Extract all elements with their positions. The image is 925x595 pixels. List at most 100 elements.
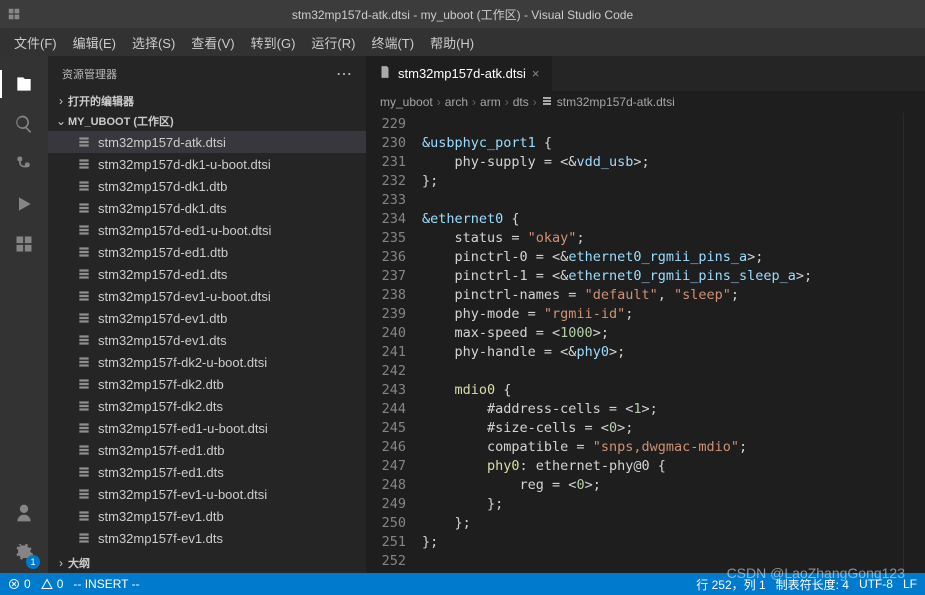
file-label: stm32mp157d-ed1-u-boot.dtsi [98,223,271,238]
status-encoding[interactable]: UTF-8 [859,577,893,591]
status-tabsize[interactable]: 制表符长度: 4 [776,576,849,593]
file-item[interactable]: stm32mp157f-ed1.dtb [48,439,366,461]
titlebar: stm32mp157d-atk.dtsi - my_uboot (工作区) - … [0,0,925,28]
menu-item[interactable]: 查看(V) [183,29,242,56]
status-bar: 0 0 -- INSERT -- 行 252，列 1 制表符长度: 4 UTF-… [0,573,925,595]
file-label: stm32mp157d-ev1-u-boot.dtsi [98,289,271,304]
file-label: stm32mp157f-dk2.dtb [98,377,224,392]
tab-bar: stm32mp157d-atk.dtsi × [366,56,925,91]
file-icon [76,156,92,172]
file-icon [76,200,92,216]
open-editors-section[interactable]: 打开的编辑器 [48,91,366,111]
menu-item[interactable]: 文件(F) [6,29,65,56]
file-item[interactable]: stm32mp157d-dk1.dts [48,197,366,219]
file-label: stm32mp157f-ed1-u-boot.dtsi [98,421,268,436]
settings-badge: 1 [26,555,40,569]
file-item[interactable]: stm32mp157d-ed1.dts [48,263,366,285]
file-label: stm32mp157d-dk1.dtb [98,179,227,194]
status-errors[interactable]: 0 [8,577,31,591]
breadcrumb-segment[interactable]: my_uboot [380,95,433,109]
editor-pane: stm32mp157d-atk.dtsi × my_uboot›arch›arm… [366,56,925,573]
file-item[interactable]: stm32mp157d-ev1.dts [48,329,366,351]
editor-tab[interactable]: stm32mp157d-atk.dtsi × [366,56,553,91]
breadcrumb-segment[interactable]: dts [513,95,529,109]
accounts-icon[interactable] [0,493,48,533]
tab-label: stm32mp157d-atk.dtsi [398,66,526,81]
file-item[interactable]: stm32mp157d-ev1-u-boot.dtsi [48,285,366,307]
file-icon [76,134,92,150]
menu-item[interactable]: 帮助(H) [422,29,482,56]
file-item[interactable]: stm32mp157d-atk.dtsi [48,131,366,153]
file-label: stm32mp157d-ed1.dts [98,267,227,282]
file-item[interactable]: stm32mp157f-ev1.dts [48,527,366,549]
file-icon [76,420,92,436]
file-item[interactable]: stm32mp157f-dk2.dtb [48,373,366,395]
file-item[interactable]: stm32mp157f-ed1.dts [48,461,366,483]
file-icon [76,442,92,458]
file-item[interactable]: stm32mp157d-dk1-u-boot.dtsi [48,153,366,175]
file-item[interactable]: stm32mp157f-dk2-u-boot.dtsi [48,351,366,373]
menu-item[interactable]: 运行(R) [303,29,363,56]
file-label: stm32mp157d-ev1.dtb [98,311,227,326]
run-debug-icon[interactable] [0,184,48,224]
file-item[interactable]: stm32mp157f-ev1.dtb [48,505,366,527]
file-item[interactable]: stm32mp157d-dk1.dtb [48,175,366,197]
sidebar-title: 资源管理器 [62,66,117,82]
file-list: stm32mp157d-atk.dtsi stm32mp157d-dk1-u-bo… [48,131,366,553]
file-icon [76,508,92,524]
code-content[interactable]: &usbphyc_port1 { phy-supply = <&vdd_usb>… [422,113,903,573]
file-icon [76,266,92,282]
window-title: stm32mp157d-atk.dtsi - my_uboot (工作区) - … [0,6,925,23]
source-control-icon[interactable] [0,144,48,184]
file-label: stm32mp157f-ed1.dtb [98,443,224,458]
status-eol[interactable]: LF [903,577,917,591]
file-icon [76,398,92,414]
file-label: stm32mp157f-ev1-u-boot.dtsi [98,487,267,502]
file-item[interactable]: stm32mp157d-ed1.dtb [48,241,366,263]
file-icon [76,222,92,238]
breadcrumb-segment[interactable]: arch [445,95,468,109]
file-label: stm32mp157f-ed1.dts [98,465,224,480]
file-label: stm32mp157d-ev1.dts [98,333,227,348]
settings-gear-icon[interactable]: 1 [0,533,48,573]
file-item[interactable]: stm32mp157f-ev1-u-boot.dtsi [48,483,366,505]
breadcrumb-segment[interactable]: stm32mp157d-atk.dtsi [541,95,675,110]
explorer-icon[interactable] [0,64,48,104]
breadcrumb-segment[interactable]: arm [480,95,501,109]
breadcrumb[interactable]: my_uboot›arch›arm›dts› stm32mp157d-atk.d… [366,91,925,113]
file-item[interactable]: stm32mp157d-ev1.dtb [48,307,366,329]
file-item[interactable]: stm32mp157d-ed1-u-boot.dtsi [48,219,366,241]
file-icon [76,310,92,326]
more-actions-icon[interactable]: ⋯ [336,64,352,84]
file-label: stm32mp157f-ev1.dtb [98,509,224,524]
menu-item[interactable]: 转到(G) [243,29,304,56]
status-vim-mode: -- INSERT -- [73,577,139,591]
outline-section[interactable]: 大纲 [48,553,366,573]
file-label: stm32mp157f-ev1.dts [98,531,223,546]
file-icon [76,288,92,304]
close-icon[interactable]: × [532,66,540,81]
file-icon [76,486,92,502]
status-warnings[interactable]: 0 [41,577,64,591]
status-position[interactable]: 行 252，列 1 [696,576,765,593]
file-label: stm32mp157d-atk.dtsi [98,135,226,150]
extensions-icon[interactable] [0,224,48,264]
search-icon[interactable] [0,104,48,144]
workspace-section[interactable]: MY_UBOOT (工作区) [48,111,366,131]
menu-item[interactable]: 选择(S) [124,29,183,56]
file-label: stm32mp157d-ed1.dtb [98,245,228,260]
file-icon [76,464,92,480]
file-icon [76,354,92,370]
menu-item[interactable]: 编辑(E) [65,29,124,56]
activity-bar: 1 [0,56,48,573]
file-icon [76,530,92,546]
menu-item[interactable]: 终端(T) [363,29,422,56]
file-label: stm32mp157f-dk2-u-boot.dtsi [98,355,267,370]
file-item[interactable]: stm32mp157f-dk2.dts [48,395,366,417]
file-icon [76,376,92,392]
minimap[interactable] [903,113,925,573]
sidebar: 资源管理器 ⋯ 打开的编辑器 MY_UBOOT (工作区) stm32mp157… [48,56,366,573]
file-icon [76,244,92,260]
line-number-gutter: 229 230 231 232 233 234 235 236 237 238 … [366,113,422,573]
file-item[interactable]: stm32mp157f-ed1-u-boot.dtsi [48,417,366,439]
